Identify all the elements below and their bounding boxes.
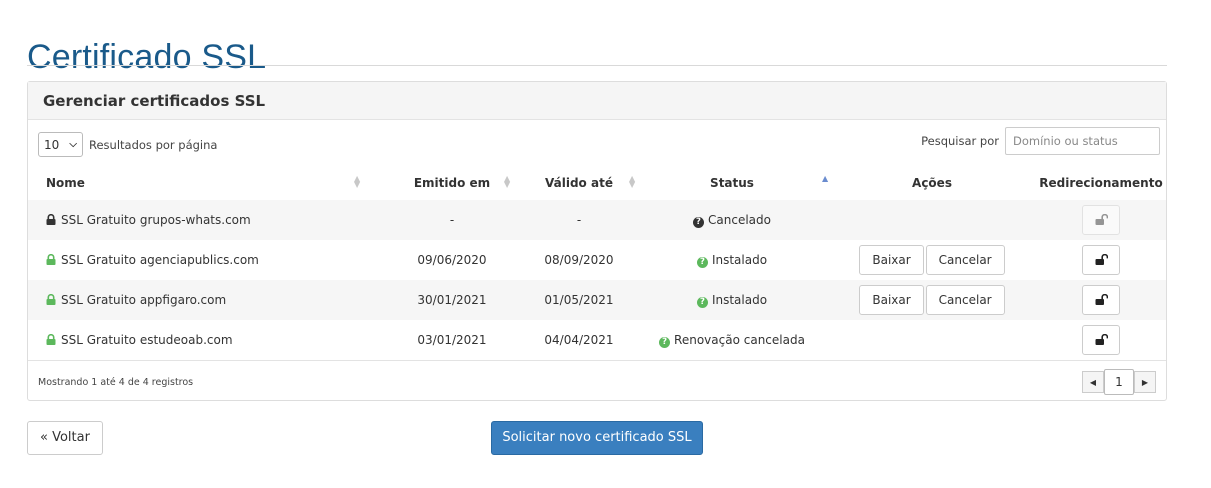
lock-icon: [46, 293, 56, 308]
table-row: SSL Gratuito appfigaro.com 30/01/2021 01/0…: [28, 280, 1166, 320]
triangle-right-icon: ▶: [1141, 377, 1149, 387]
sort-icon: ▲ ▼: [629, 174, 636, 189]
cell-status: ? Cancelado: [636, 200, 828, 240]
cell-actions: Baixar Cancelar: [828, 280, 1036, 320]
certificate-name: SSL Gratuito appfigaro.com: [61, 292, 227, 307]
cell-status: ? Instalado: [636, 240, 828, 280]
column-header-valid[interactable]: Válido até ▲ ▼: [522, 166, 636, 200]
question-circle-icon: ?: [659, 336, 671, 348]
download-button[interactable]: Baixar: [859, 285, 924, 315]
page-title: Certificado SSL: [27, 37, 267, 76]
cell-name: SSL Gratuito appfigaro.com: [28, 280, 382, 320]
lock-icon: [46, 213, 56, 228]
certificates-table: Nome ▲ ▼ Emitido em ▲ ▼ Válido até ▲ ▼ Stat…: [28, 166, 1166, 360]
panel-heading: Gerenciar certificados SSL: [28, 82, 1166, 120]
sort-icon: ▲ ▼: [504, 174, 511, 189]
per-page-select[interactable]: 10 ⌵: [38, 132, 83, 157]
lock-icon: [46, 333, 56, 348]
table-row: SSL Gratuito agenciapublics.com 09/06/202…: [28, 240, 1166, 280]
lock-icon: [46, 253, 56, 268]
pagination: ◀ 1 ▶: [1082, 369, 1156, 395]
column-header-redirect: Redirecionamento: [1039, 176, 1163, 190]
status-text: Instalado: [711, 292, 768, 307]
per-page-control: 10 ⌵ Resultados por página: [38, 132, 217, 157]
cell-name: SSL Gratuito grupos-whats.com: [28, 200, 382, 240]
cancel-button[interactable]: Cancelar: [925, 245, 1005, 275]
question-circle-icon: ?: [696, 256, 708, 268]
redirect-toggle-button[interactable]: [1082, 285, 1120, 315]
cell-redirect: [1036, 240, 1166, 280]
chevron-down-icon: ⌵: [69, 139, 77, 150]
table-row: SSL Gratuito estudeoab.com 03/01/2021 04/0…: [28, 320, 1166, 360]
prev-page-button[interactable]: ◀: [1082, 371, 1104, 393]
cell-redirect: [1036, 320, 1166, 360]
per-page-value: 10: [44, 137, 60, 152]
cell-issued: 09/06/2020: [417, 253, 487, 267]
column-header-name[interactable]: Nome ▲ ▼: [28, 166, 382, 200]
triangle-left-icon: ◀: [1089, 377, 1097, 387]
title-divider: [27, 65, 1167, 66]
cell-valid: 01/05/2021: [522, 280, 636, 320]
cell-redirect: [1036, 200, 1166, 240]
cell-actions: [828, 320, 1036, 360]
table-body: SSL Gratuito grupos-whats.com - -? Cancelad…: [28, 200, 1166, 360]
cell-name: SSL Gratuito agenciapublics.com: [28, 240, 382, 280]
cell-status: ? Instalado: [636, 280, 828, 320]
cell-actions: [828, 200, 1036, 240]
back-button[interactable]: « Voltar: [27, 421, 103, 455]
sort-icon: ▲ ▼: [354, 174, 361, 189]
table-row: SSL Gratuito grupos-whats.com - -? Cancelad…: [28, 200, 1166, 240]
cell-issued: -: [382, 200, 522, 240]
search-label: Pesquisar por: [921, 134, 999, 148]
next-page-button[interactable]: ▶: [1134, 371, 1156, 393]
status-text: Cancelado: [708, 212, 771, 227]
per-page-label: Resultados por página: [89, 137, 218, 152]
column-header-actions: Ações: [912, 176, 952, 190]
cell-name: SSL Gratuito estudeoab.com: [28, 320, 382, 360]
cell-valid: 04/04/2021: [544, 333, 614, 347]
request-new-certificate-button[interactable]: Solicitar novo certificado SSL: [491, 421, 703, 455]
cell-valid: -: [522, 200, 636, 240]
table-header-row: Nome ▲ ▼ Emitido em ▲ ▼ Válido até ▲ ▼ Stat…: [28, 166, 1166, 200]
table-controls: 10 ⌵ Resultados por página Pesquisar por: [38, 127, 1160, 160]
status-text: Instalado: [711, 252, 768, 267]
redirect-toggle-button: [1082, 205, 1120, 235]
redirect-toggle-button[interactable]: [1082, 245, 1120, 275]
cancel-button[interactable]: Cancelar: [925, 285, 1005, 315]
cell-issued: 03/01/2021: [417, 333, 487, 347]
certificate-name: SSL Gratuito estudeoab.com: [61, 332, 233, 347]
column-header-status[interactable]: Status ▲: [636, 166, 828, 200]
certificate-name: SSL Gratuito agenciapublics.com: [61, 252, 259, 267]
cell-actions: Baixar Cancelar: [828, 240, 1036, 280]
question-circle-icon: ?: [696, 296, 708, 308]
download-button[interactable]: Baixar: [859, 245, 924, 275]
cell-valid: 08/09/2020: [544, 253, 614, 267]
certificate-name: SSL Gratuito grupos-whats.com: [61, 212, 251, 227]
search-control: Pesquisar por: [921, 127, 1160, 155]
cell-status: ? Renovação cancelada: [636, 320, 828, 360]
cell-redirect: [1036, 280, 1166, 320]
status-text: Renovação cancelada: [674, 332, 805, 347]
ssl-panel: Gerenciar certificados SSL 10 ⌵ Resultad…: [27, 81, 1167, 401]
question-circle-icon: ?: [693, 216, 705, 228]
column-header-issued[interactable]: Emitido em ▲ ▼: [382, 166, 522, 200]
redirect-toggle-button[interactable]: [1082, 325, 1120, 355]
page-number-button[interactable]: 1: [1104, 369, 1134, 395]
records-info: Mostrando 1 até 4 de 4 registros: [38, 377, 194, 388]
search-input[interactable]: [1005, 127, 1160, 155]
panel-footer-divider: [28, 360, 1166, 361]
cell-issued: 30/01/2021: [382, 280, 522, 320]
